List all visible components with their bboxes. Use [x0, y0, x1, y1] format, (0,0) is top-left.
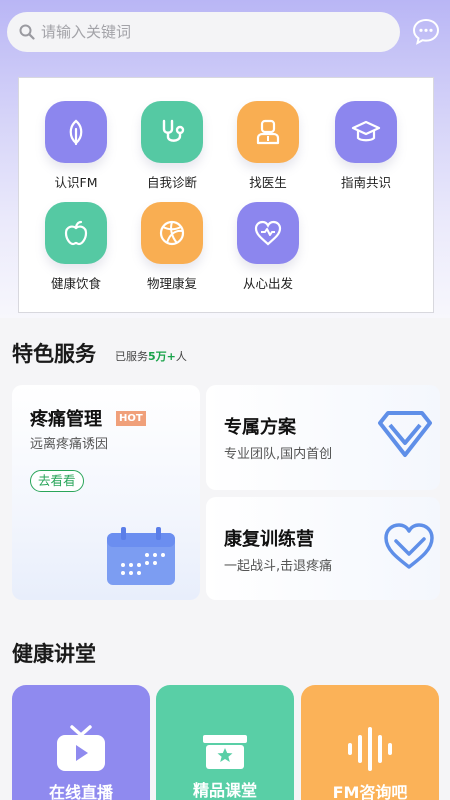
menu-tile — [45, 202, 107, 264]
menu-tile — [237, 202, 299, 264]
plan-subtitle: 专业团队,国内首创 — [224, 447, 333, 462]
menu-label: 自我诊断 — [146, 175, 197, 190]
chat-bubble-icon — [412, 18, 440, 45]
pain-title: 疼痛管理 — [30, 409, 102, 430]
lectures-title: 健康讲堂 — [12, 642, 96, 666]
lecture-consult[interactable]: FM咨询吧 — [301, 685, 439, 800]
served-prefix: 已服务 — [115, 350, 148, 363]
calendar-icon — [107, 527, 175, 585]
menu-item-diet[interactable]: 健康饮食 — [36, 202, 116, 292]
stethoscope-icon — [162, 119, 185, 142]
menu-item-from-heart[interactable]: 从心出发 — [228, 202, 308, 292]
menu-label: 认识FM — [54, 175, 98, 190]
plan-title: 专属方案 — [224, 417, 296, 438]
menu-tile — [141, 202, 203, 264]
menu-label: 物理康复 — [146, 276, 197, 291]
search-icon — [19, 24, 35, 40]
voice-icon — [348, 727, 392, 771]
lecture-premium[interactable]: 精品课堂 — [156, 685, 294, 800]
ball-icon — [159, 220, 185, 246]
diamond-icon — [378, 411, 432, 457]
menu-tile — [45, 101, 107, 163]
menu-item-guidelines[interactable]: 指南共识 — [326, 101, 406, 191]
hot-badge: HOT — [116, 411, 146, 426]
served-count: 已服务5万+人 — [115, 348, 187, 364]
menu-item-rehab[interactable]: 物理康复 — [132, 202, 212, 292]
served-suffix: 人 — [175, 350, 187, 363]
heart-icon — [254, 220, 282, 246]
quick-menu: 认识FM 自我诊断 找医生 指南共识 健康饮食 物理康复 从心出发 — [18, 77, 434, 313]
doctor-icon — [256, 119, 280, 145]
menu-label: 指南共识 — [340, 175, 391, 190]
search-bar[interactable] — [7, 12, 400, 52]
apple-icon — [64, 220, 88, 246]
menu-label: 从心出发 — [242, 276, 293, 291]
menu-item-fm[interactable]: 认识FM — [36, 101, 116, 191]
go-see-button[interactable]: 去看看 — [30, 470, 84, 492]
menu-item-find-doctor[interactable]: 找医生 — [228, 101, 308, 191]
camp-subtitle: 一起战斗,击退疼痛 — [224, 559, 333, 574]
menu-label: 找医生 — [249, 175, 287, 190]
lecture-label: 在线直播 — [48, 783, 113, 800]
menu-tile — [237, 101, 299, 163]
camp-title: 康复训练营 — [224, 529, 314, 550]
lecture-label: FM咨询吧 — [332, 783, 408, 800]
heart-outline-icon — [384, 523, 434, 569]
tv-icon — [57, 725, 105, 771]
menu-item-self-diagnosis[interactable]: 自我诊断 — [132, 101, 212, 191]
menu-label: 健康饮食 — [50, 276, 101, 291]
served-number: 5万+ — [148, 350, 176, 363]
menu-tile — [335, 101, 397, 163]
star-box-icon — [203, 735, 247, 769]
graduation-cap-icon — [351, 120, 381, 142]
lecture-label: 精品课堂 — [192, 781, 257, 800]
menu-tile — [141, 101, 203, 163]
leaf-icon — [69, 119, 83, 146]
pain-subtitle: 远离疼痛诱因 — [30, 437, 109, 452]
featured-title: 特色服务 — [12, 342, 96, 366]
rehab-camp-card[interactable]: 康复训练营 一起战斗,击退疼痛 — [206, 497, 440, 600]
exclusive-plan-card[interactable]: 专属方案 专业团队,国内首创 — [206, 385, 440, 490]
lecture-live[interactable]: 在线直播 — [12, 685, 150, 800]
pain-management-card[interactable]: 疼痛管理 HOT 远离疼痛诱因 去看看 — [12, 385, 200, 600]
message-button[interactable] — [410, 16, 442, 48]
search-input[interactable] — [41, 23, 361, 41]
